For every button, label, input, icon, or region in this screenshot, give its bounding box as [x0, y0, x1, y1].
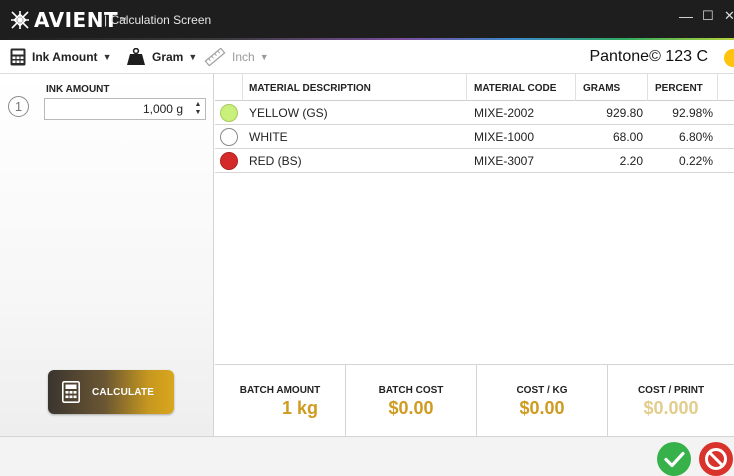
batch-cost-caption: BATCH COST	[378, 385, 444, 396]
ink-amount-caption: INK AMOUNT	[46, 84, 110, 95]
batch-amount-caption: BATCH AMOUNT	[239, 385, 321, 396]
ok-button[interactable]	[657, 442, 691, 476]
material-description: WHITE	[249, 130, 288, 144]
unit-label: Gram	[152, 50, 184, 64]
column-separator	[466, 74, 467, 101]
ruler-icon	[204, 48, 226, 66]
column-separator	[242, 74, 243, 101]
chevron-down-icon: ▼	[259, 52, 269, 62]
column-separator	[647, 74, 648, 101]
material-description: RED (BS)	[249, 154, 302, 168]
material-grams: 929.80	[606, 106, 643, 120]
spinner-up-icon[interactable]: ▲	[193, 101, 203, 109]
avient-logo-icon	[11, 11, 29, 29]
header-grams[interactable]: GRAMS	[583, 83, 620, 94]
pantone-color-swatch	[724, 49, 734, 67]
cost-kg-value: $0.00	[519, 398, 565, 418]
cost-print-caption: COST / PRINT	[637, 385, 705, 396]
material-color-swatch	[220, 128, 238, 146]
ink-amount-dropdown[interactable]: Ink Amount ▼	[10, 48, 111, 66]
ink-amount-spinner[interactable]: ▲ ▼	[193, 101, 203, 117]
cost-kg-summary: COST / KG $0.00	[477, 365, 607, 437]
material-grams: 68.00	[612, 130, 643, 144]
material-code: MIXE-3007	[474, 154, 535, 168]
spinner-down-icon[interactable]: ▼	[193, 109, 203, 117]
cost-kg-caption: COST / KG	[516, 385, 568, 396]
table-header: MATERIAL DESCRIPTION MATERIAL CODE GRAMS…	[215, 74, 734, 101]
cost-print-value: $0.000	[643, 398, 699, 418]
toolbar: Ink Amount ▼ Gram ▼ Inch ▼ Pantone© 123 …	[0, 40, 734, 74]
table-row[interactable]: WHITE MIXE-1000 68.00 6.80%	[215, 125, 734, 149]
chevron-down-icon: ▼	[102, 52, 112, 62]
material-description: YELLOW (GS)	[249, 106, 328, 120]
material-code: MIXE-2002	[474, 106, 535, 120]
maximize-button[interactable]: ☐	[702, 8, 714, 24]
window-title: | Calculation Screen	[104, 13, 212, 27]
material-percent: 0.22%	[678, 154, 713, 168]
ink-amount-input[interactable]: 1,000 g	[44, 98, 206, 120]
material-percent: 92.98%	[672, 106, 713, 120]
material-percent: 6.80%	[678, 130, 713, 144]
header-material-description[interactable]: MATERIAL DESCRIPTION	[249, 83, 371, 94]
materials-table: MATERIAL DESCRIPTION MATERIAL CODE GRAMS…	[215, 74, 734, 364]
pantone-label: Pantone© 123 C	[589, 48, 708, 65]
title-bar: AVIENT ™ | Calculation Screen — ☐ ✕	[0, 0, 734, 40]
chevron-down-icon: ▼	[188, 52, 198, 62]
checkmark-icon	[664, 451, 685, 468]
batch-amount-summary: BATCH AMOUNT 1 kg	[215, 365, 345, 437]
unit-dropdown[interactable]: Gram ▼	[126, 48, 197, 66]
material-color-swatch	[220, 152, 238, 170]
table-row[interactable]: YELLOW (GS) MIXE-2002 929.80 92.98%	[215, 101, 734, 125]
measure-label: Inch	[232, 50, 255, 64]
summary-panel: BATCH AMOUNT 1 kg BATCH COST $0.00 COST …	[215, 364, 734, 437]
calculator-icon	[62, 381, 80, 403]
table-row[interactable]: RED (BS) MIXE-3007 2.20 0.22%	[215, 149, 734, 173]
close-button[interactable]: ✕	[724, 8, 734, 24]
step-number-badge: 1	[8, 96, 29, 117]
cancel-icon	[705, 448, 727, 470]
calculate-label: CALCULATE	[92, 386, 155, 398]
column-separator	[717, 74, 718, 101]
measure-dropdown[interactable]: Inch ▼	[204, 48, 269, 66]
ink-amount-label: Ink Amount	[32, 50, 98, 64]
header-material-code[interactable]: MATERIAL CODE	[474, 83, 556, 94]
batch-cost-summary: BATCH COST $0.00	[346, 365, 476, 437]
material-grams: 2.20	[619, 154, 643, 168]
minimize-button[interactable]: —	[679, 8, 693, 24]
footer-bar	[0, 436, 734, 476]
left-panel: 1 INK AMOUNT 1,000 g ▲ ▼ CALCULATE	[0, 74, 214, 436]
batch-amount-value: 1 kg	[281, 398, 319, 418]
material-code: MIXE-1000	[474, 130, 535, 144]
header-percent[interactable]: PERCENT	[655, 83, 703, 94]
cancel-button[interactable]	[699, 442, 733, 476]
calculator-icon	[10, 48, 26, 66]
weight-icon	[127, 48, 145, 65]
material-color-swatch	[220, 104, 238, 122]
cost-print-summary: COST / PRINT $0.000	[608, 365, 734, 437]
column-separator	[575, 74, 576, 101]
batch-cost-value: $0.00	[388, 398, 434, 418]
calculate-button[interactable]: CALCULATE	[48, 370, 174, 414]
